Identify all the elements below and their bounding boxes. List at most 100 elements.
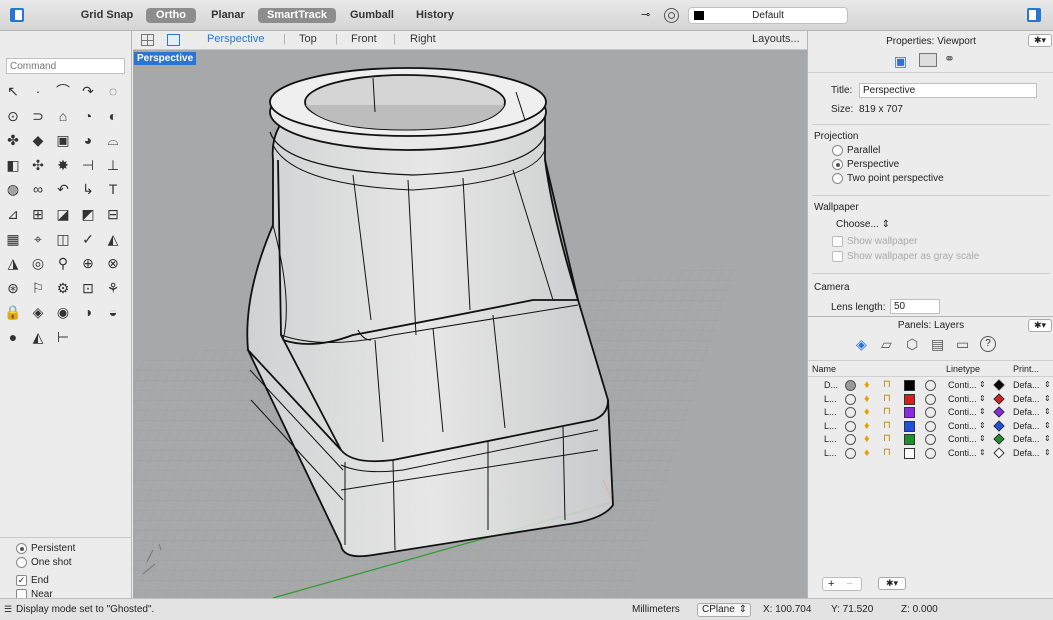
print-color-icon[interactable] [993,392,1005,405]
polyline-tool-icon[interactable]: ⊃ [29,107,47,125]
show-wallpaper-checkbox[interactable] [832,236,843,247]
polygon-tool-icon[interactable]: ◔ [79,107,97,125]
select-tool-icon[interactable]: ⊛ [4,279,22,297]
one-shot-option[interactable]: One shot [16,557,72,569]
point-tool-icon[interactable]: · [29,82,47,100]
persistent-radio[interactable] [16,543,27,554]
current-layer-icon[interactable] [845,447,856,459]
end-snap-option[interactable]: ✓ End [16,575,49,587]
curve-tool-icon[interactable]: ⌒ [54,82,72,100]
lightbulb-icon[interactable]: ♦ [864,447,870,459]
freeform-tool-icon[interactable]: ◒ [104,303,122,321]
lightbulb-icon[interactable]: ♦ [864,393,870,405]
display-tab-icon[interactable]: ▱ [881,336,899,352]
layer-row[interactable]: L... ♦ ⊓ Conti... ⇕ Defa... ⇕ [808,433,1053,446]
current-layer-icon[interactable] [845,380,856,391]
current-layer-icon[interactable] [845,420,856,432]
layer-print[interactable]: Defa... [1013,421,1040,431]
layer-print[interactable]: Defa... [1013,407,1040,417]
layer-linetype[interactable]: Conti... [948,407,977,417]
layer-row[interactable]: L... ♦ ⊓ Conti... ⇕ Defa... ⇕ [808,420,1053,433]
circle-tool-icon[interactable]: ◌ [104,82,122,100]
split-tool-icon[interactable]: ⊗ [104,254,122,272]
layout-tab-icon[interactable]: ▤ [931,336,949,352]
lock-icon[interactable]: ⊓ [883,406,891,417]
perspective-radio[interactable] [832,159,843,170]
sphere-tool-icon[interactable]: ▣ [54,131,72,149]
viewport-label[interactable]: Perspective [134,52,197,65]
layer-color-swatch[interactable] [904,434,915,445]
layouts-button[interactable]: Layouts... [752,33,800,45]
print-color-icon[interactable] [993,433,1005,445]
cplane-dropdown[interactable]: CPlane ⇕ [697,603,751,617]
material-icon[interactable] [925,407,936,418]
lightbulb-icon[interactable]: ♦ [864,406,870,418]
layer-print[interactable]: Defa... [1013,434,1040,444]
layer-visibility-icon[interactable] [664,8,679,23]
arc-tool-icon[interactable]: ↳ [79,180,97,198]
toggle-left-sidebar-icon[interactable] [10,8,24,22]
split-tool-icon[interactable]: ⊥ [104,156,122,174]
rectangle-tool-icon[interactable]: ◪ [54,205,72,223]
material-icon[interactable] [925,393,936,405]
one-shot-radio[interactable] [16,557,27,568]
polygon-tool-icon[interactable]: ◑ [79,303,97,321]
show-gray-option[interactable]: Show wallpaper as gray scale [832,251,979,263]
current-layer-dropdown[interactable]: Default [688,7,848,24]
ellipse-tool-icon[interactable]: ⊿ [4,205,22,223]
solid-tool-icon[interactable]: ◭ [29,328,47,346]
help-icon[interactable]: ? [980,336,996,352]
four-view-layout-icon[interactable] [141,34,154,46]
tab-perspective[interactable]: Perspective [207,33,264,45]
layer-print[interactable]: Defa... [1013,394,1040,404]
camera-icon[interactable]: ▣ [894,53,912,69]
layer-name[interactable]: D... [824,380,838,390]
layer-linetype[interactable]: Conti... [948,421,977,431]
print-color-icon[interactable] [993,419,1005,432]
monitor-tab-icon[interactable]: ▭ [956,336,974,352]
display-icon[interactable] [919,53,937,67]
trim-tool-icon[interactable]: ⊣ [79,156,97,174]
material-icon[interactable] [925,420,936,432]
freeform-tool-icon[interactable]: ◐ [104,107,122,125]
single-view-layout-icon[interactable] [167,34,180,46]
parallel-radio[interactable] [832,145,843,156]
layer-print[interactable]: Defa... [1013,448,1040,458]
layer-row[interactable]: L... ♦ ⊓ Conti... ⇕ Defa... ⇕ [808,393,1053,406]
show-wallpaper-option[interactable]: Show wallpaper [832,236,918,248]
show-gray-checkbox[interactable] [832,251,843,262]
gumball-button[interactable]: Gumball [346,8,398,23]
polygon-tool-icon[interactable]: ◩ [79,205,97,223]
current-layer-icon[interactable] [845,434,856,445]
solid-tool-icon[interactable]: ⌖ [29,230,47,248]
lock-icon[interactable]: ⊓ [883,379,891,390]
layer-name[interactable]: L... [824,434,837,444]
polyline-tool-icon[interactable]: ◈ [29,303,47,321]
trim-tool-icon[interactable]: ⊕ [79,254,97,272]
text-tool-icon[interactable]: ⌓ [104,131,122,149]
print-color-icon[interactable] [993,379,1005,391]
object-tab-icon[interactable]: ⬡ [906,336,924,352]
pipe-tool-icon[interactable]: ✓ [79,230,97,248]
point-tool-icon[interactable]: ∞ [29,180,47,198]
ellipse-tool-icon[interactable]: ⊙ [4,107,22,125]
mesh-tool-icon[interactable]: ◮ [4,254,22,272]
layer-row[interactable]: D... ♦ ⊓ Conti... ⇕ Defa... ⇕ [808,379,1053,392]
material-icon[interactable] [925,380,936,391]
lock-icon[interactable]: ⊓ [883,447,891,458]
layers-options-gear-icon[interactable]: ✱▾ [1028,319,1052,332]
title-field[interactable]: Perspective [859,83,1037,98]
ellipse-tool-icon[interactable]: 🔒 [4,303,22,321]
lens-length-field[interactable]: 50 [890,299,940,314]
tab-front[interactable]: Front [351,33,377,45]
layer-actions-gear-icon[interactable]: ✱▾ [878,577,906,590]
circle-tool-icon[interactable]: ⚘ [104,279,122,297]
layer-color-swatch[interactable] [904,420,915,432]
end-checkbox[interactable]: ✓ [16,575,27,586]
tab-top[interactable]: Top [299,33,317,45]
lock-icon[interactable]: ⊓ [883,393,891,404]
arc-tool-icon[interactable]: ⊡ [79,279,97,297]
layer-lock-icon[interactable]: ⊸ [641,9,655,22]
layer-row[interactable]: L... ♦ ⊓ Conti... ⇕ Defa... ⇕ [808,406,1053,419]
column-name[interactable]: Name [812,364,836,374]
